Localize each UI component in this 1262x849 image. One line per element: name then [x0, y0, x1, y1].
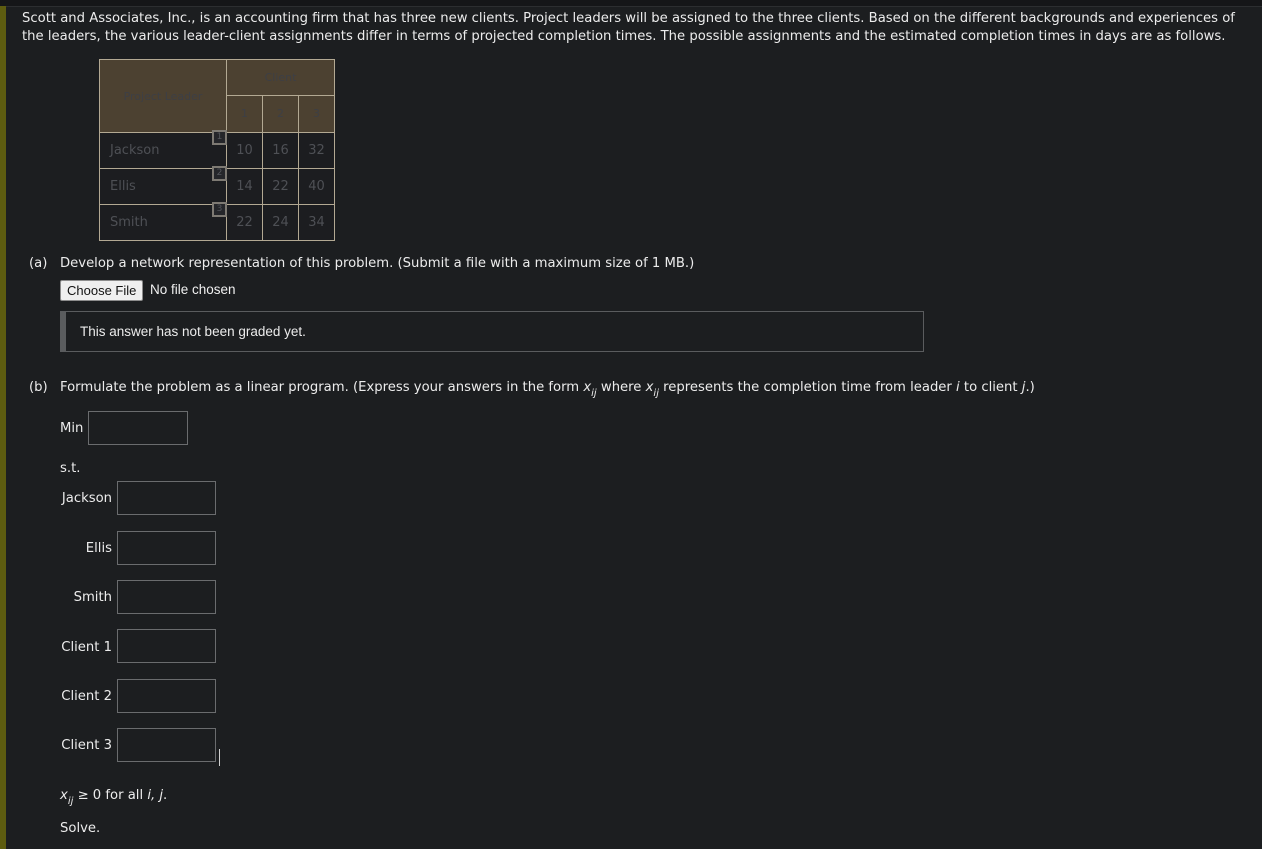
value-cell: 22: [262, 168, 299, 205]
header-client: Client: [226, 59, 335, 96]
question-text: where: [596, 380, 646, 395]
value-cell: 24: [262, 204, 299, 241]
value-cell: 10: [226, 132, 263, 169]
grading-status-box: This answer has not been graded yet.: [60, 311, 924, 352]
table-row: Jackson 1 10 16 32: [99, 130, 335, 169]
leader-cell: Smith 3: [99, 202, 227, 241]
constraint-label-client-2: Client 2: [61, 689, 112, 704]
constraint-input-smith[interactable]: [117, 580, 216, 614]
choose-file-button[interactable]: Choose File: [60, 280, 144, 301]
var-x: x: [60, 788, 68, 803]
part-b-label: (b): [29, 380, 48, 395]
nonnegativity-constraint: xij ≥ 0 for all i, j.: [60, 788, 167, 807]
leader-name: Ellis: [110, 179, 136, 194]
completion-times-table: Project Leader Client 1 2 3 Jackson 1 10…: [99, 59, 335, 241]
leader-name: Jackson: [110, 143, 160, 158]
constraint-input-ellis[interactable]: [117, 531, 216, 565]
leader-cell: Jackson 1: [99, 130, 227, 169]
leader-name: Smith: [110, 215, 148, 230]
top-border: [0, 0, 1262, 7]
st-label: s.t.: [60, 461, 81, 476]
problem-intro: Scott and Associates, Inc., is an accoun…: [22, 11, 1235, 44]
value-cell: 16: [262, 132, 299, 169]
part-b-question: Formulate the problem as a linear progra…: [60, 380, 1035, 399]
nonneg-end: .: [163, 788, 168, 803]
row-marker-icon: 1: [212, 130, 227, 145]
header-client-1: 1: [226, 94, 263, 134]
question-text: to client: [959, 380, 1022, 395]
part-a-question: Develop a network representation of this…: [60, 256, 695, 271]
table-row: Smith 3 22 24 34: [99, 202, 335, 241]
question-text: .): [1025, 380, 1035, 395]
constraint-input-client-3[interactable]: [117, 728, 216, 762]
constraint-label-client-1: Client 1: [61, 640, 112, 655]
value-cell: 22: [226, 204, 263, 241]
solve-label: Solve.: [60, 821, 101, 836]
table-row: Ellis 2 14 22 40: [99, 166, 335, 205]
leader-cell: Ellis 2: [99, 166, 227, 205]
constraint-input-client-2[interactable]: [117, 679, 216, 713]
header-client-2: 2: [262, 94, 299, 134]
value-cell: 34: [298, 204, 335, 241]
row-marker-icon: 2: [212, 166, 227, 181]
var-x: x: [583, 380, 592, 395]
value-cell: 14: [226, 168, 263, 205]
text-cursor: [219, 749, 220, 766]
header-project-leader: Project Leader: [99, 59, 227, 133]
left-accent-bar: [0, 6, 6, 849]
file-status: No file chosen: [150, 282, 236, 297]
value-cell: 32: [298, 132, 335, 169]
objective-input[interactable]: [88, 411, 188, 445]
part-a-label: (a): [29, 256, 48, 271]
constraint-label-jackson: Jackson: [61, 491, 112, 506]
row-marker-icon: 3: [212, 202, 227, 217]
min-label: Min: [60, 421, 84, 436]
constraint-label-smith: Smith: [73, 590, 112, 605]
nonneg-vars: i, j: [147, 788, 164, 803]
question-text: represents the completion time from lead…: [658, 380, 957, 395]
constraint-input-client-1[interactable]: [117, 629, 216, 663]
constraint-input-jackson[interactable]: [117, 481, 216, 515]
value-cell: 40: [298, 168, 335, 205]
constraint-label-ellis: Ellis: [85, 541, 112, 556]
grading-status-text: This answer has not been graded yet.: [80, 324, 306, 339]
header-client-3: 3: [298, 94, 335, 134]
nonneg-text: ≥ 0 for all: [73, 788, 148, 803]
constraint-label-client-3: Client 3: [61, 738, 112, 753]
question-text: Formulate the problem as a linear progra…: [60, 380, 584, 395]
